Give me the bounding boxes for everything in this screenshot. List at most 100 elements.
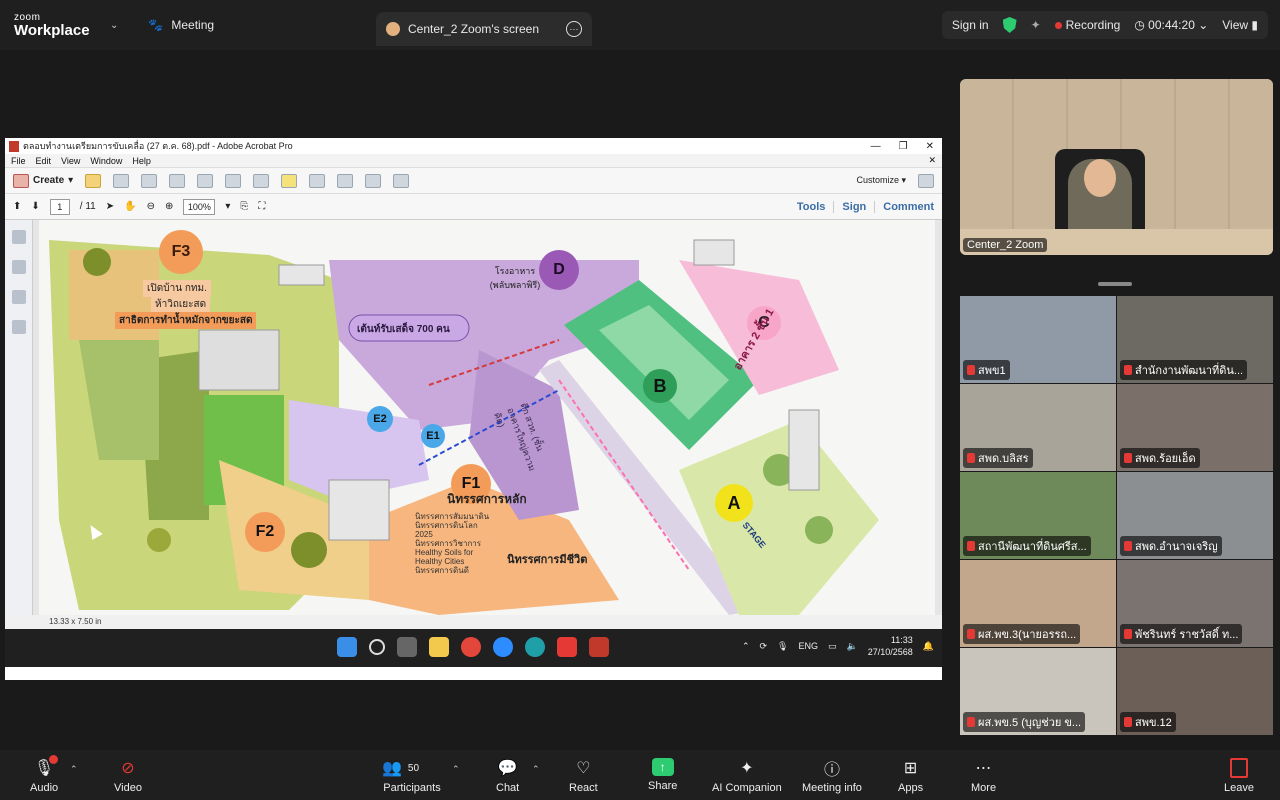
chrome-icon[interactable]	[461, 637, 481, 657]
chat-button[interactable]: 💬 Chat	[496, 758, 519, 794]
open-folder-icon[interactable]	[85, 173, 102, 188]
fit-page-icon[interactable]: ⎘	[240, 201, 248, 212]
taskbar-clock[interactable]: 11:33 27/10/2568	[868, 634, 913, 658]
restore-icon[interactable]: ❐	[899, 141, 908, 152]
recording-label: Recording	[1065, 18, 1121, 32]
acrobat-app-icon[interactable]	[589, 637, 609, 657]
zoom-level-input[interactable]: 100%	[183, 198, 216, 215]
security-shield-icon[interactable]	[1002, 17, 1017, 33]
view-button[interactable]: View ▮	[1222, 18, 1258, 32]
search-icon[interactable]	[369, 639, 385, 655]
print-icon[interactable]	[169, 173, 186, 188]
fullscreen-icon[interactable]	[918, 173, 934, 188]
menu-view[interactable]: View	[61, 156, 80, 166]
active-speaker-video[interactable]: Center_2 Zoom	[960, 79, 1273, 255]
windows-start-icon[interactable]	[337, 637, 357, 657]
chat-options-caret[interactable]: ⌃	[532, 764, 540, 775]
hand-tool-icon[interactable]: ✋	[124, 201, 136, 212]
menu-file[interactable]: File	[11, 156, 26, 166]
audio-button[interactable]: 🎙 Audio	[30, 755, 58, 794]
recording-indicator[interactable]: Recording	[1054, 18, 1121, 32]
muted-mic-icon	[967, 453, 975, 463]
sparkle-icon[interactable]: ✦	[1031, 18, 1041, 32]
task-view-icon[interactable]	[397, 637, 417, 657]
participant-tile[interactable]: สพด.ร้อยเอ็ด	[1117, 384, 1273, 471]
bookmarks-icon[interactable]	[11, 260, 26, 274]
zoom-out-icon[interactable]: ⊖	[147, 201, 155, 212]
zoom-in-icon[interactable]: ⊕	[165, 201, 173, 212]
ai-companion-button[interactable]: ✦ AI Companion	[712, 758, 782, 794]
notification-icon[interactable]: 🔔	[923, 641, 934, 652]
sign-in-link[interactable]: Sign in	[952, 18, 989, 32]
participants-options-caret[interactable]: ⌃	[452, 764, 460, 775]
signature-panel-icon[interactable]	[11, 320, 26, 334]
select-tool-icon[interactable]: ➤	[106, 201, 114, 212]
export-icon[interactable]	[337, 173, 354, 188]
microphone-icon[interactable]: 🎙	[777, 641, 788, 652]
menu-window[interactable]: Window	[90, 156, 122, 166]
tools-link[interactable]: Tools	[789, 201, 834, 213]
participant-tile[interactable]: ผส.พข.3(นายอรรถ...	[960, 560, 1116, 647]
meeting-tab[interactable]: 🐾 Meeting	[148, 18, 214, 32]
zoom-app-icon[interactable]	[493, 637, 513, 657]
volume-icon[interactable]: 🔈	[847, 641, 858, 652]
email-icon[interactable]	[225, 173, 242, 188]
chevron-down-icon[interactable]: ⌄	[110, 20, 118, 31]
zoom-workplace-logo[interactable]: zoom Workplace	[14, 12, 114, 38]
sync-icon[interactable]: ⟳	[760, 641, 768, 652]
share-button[interactable]: ↑ Share	[648, 758, 677, 792]
close-doc-icon[interactable]: ✕	[928, 155, 942, 166]
edit-icon[interactable]	[197, 173, 214, 188]
acrobat-toolbar-main: Create ▾ Customize ▾	[5, 168, 942, 194]
participant-tile[interactable]: พัชรินทร์ ราชวัสดิ์ ท...	[1117, 560, 1273, 647]
edge-icon[interactable]	[525, 637, 545, 657]
page-number-input[interactable]: 1	[49, 198, 70, 215]
stamp-icon[interactable]	[393, 173, 410, 188]
more-button[interactable]: ⋯ More	[971, 758, 996, 794]
language-indicator[interactable]: ENG	[798, 641, 818, 651]
fit-width-icon[interactable]: ⛶	[258, 201, 265, 212]
cloud-icon[interactable]	[141, 173, 158, 188]
participant-tile[interactable]: สพข1	[960, 296, 1116, 383]
menu-help[interactable]: Help	[132, 156, 151, 166]
create-button[interactable]: Create ▾	[13, 173, 73, 188]
tray-chevron-icon[interactable]: ⌃	[742, 641, 750, 652]
participant-tile[interactable]: สพด.บลิสร	[960, 384, 1116, 471]
meeting-timer[interactable]: ◷ 00:44:20 ⌄	[1134, 18, 1208, 32]
save-icon[interactable]	[113, 173, 130, 188]
settings-gear-icon[interactable]	[253, 173, 270, 188]
menu-edit[interactable]: Edit	[36, 156, 52, 166]
comment-link[interactable]: Comment	[874, 200, 942, 213]
sign-link[interactable]: Sign	[833, 200, 874, 213]
screen-share-tab[interactable]: Center_2 Zoom's screen ···	[376, 12, 592, 46]
file-explorer-icon[interactable]	[429, 637, 449, 657]
participant-tile[interactable]: สพด.อำนาจเจริญ	[1117, 472, 1273, 559]
comment-bubble-icon[interactable]	[281, 173, 298, 188]
pages-panel-icon[interactable]	[11, 230, 26, 244]
minimize-icon[interactable]: —	[871, 141, 881, 152]
participant-tile[interactable]: สำนักงานพัฒนาที่ดิน...	[1117, 296, 1273, 383]
panel-resize-handle[interactable]	[1098, 282, 1132, 286]
react-button[interactable]: ♡ React	[569, 758, 598, 794]
participant-tile[interactable]: สพข.12	[1117, 648, 1273, 735]
review-icon[interactable]	[365, 173, 382, 188]
meeting-info-button[interactable]: ⓘ Meeting info	[802, 758, 862, 794]
customize-dropdown[interactable]: Customize ▾	[856, 175, 906, 186]
leave-button[interactable]: Leave	[1224, 758, 1254, 794]
prev-page-icon[interactable]: ⬆	[13, 201, 21, 212]
apps-button[interactable]: ⊞ Apps	[898, 758, 923, 794]
close-icon[interactable]: ✕	[926, 141, 934, 152]
participants-button[interactable]: 👥 50 Participants	[382, 758, 442, 794]
participant-tile[interactable]: สถานีพัฒนาที่ดินศรีส...	[960, 472, 1116, 559]
muted-mic-icon	[967, 717, 975, 727]
participant-tile[interactable]: ผส.พข.5 (บุญช่วย ข...	[960, 648, 1116, 735]
record-app-icon[interactable]	[557, 637, 577, 657]
audio-options-caret[interactable]: ⌃	[70, 764, 78, 775]
attachment-icon[interactable]	[11, 290, 26, 304]
delete-icon[interactable]	[309, 173, 326, 188]
video-button[interactable]: ⊘ Video	[114, 758, 142, 794]
next-page-icon[interactable]: ⬇	[31, 201, 39, 212]
more-options-icon[interactable]: ···	[566, 21, 582, 37]
zoom-dropdown-icon[interactable]: ▾	[225, 201, 230, 212]
wifi-icon[interactable]: ▭	[828, 641, 837, 652]
